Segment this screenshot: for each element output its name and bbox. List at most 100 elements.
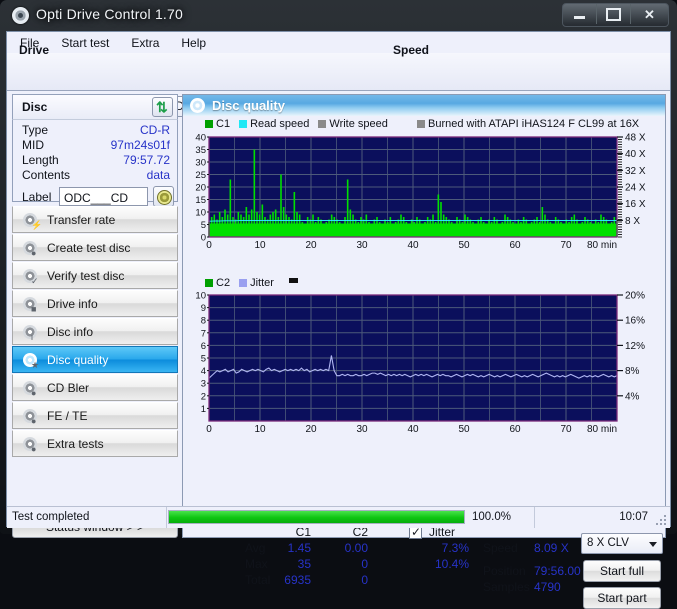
- disc-contents-value: data: [146, 168, 170, 182]
- close-icon: ✕: [644, 6, 655, 22]
- svg-text:48 X: 48 X: [625, 133, 646, 144]
- svg-text:10: 10: [195, 208, 206, 219]
- minimize-button[interactable]: [563, 4, 597, 24]
- disc-extra-icon: ●: [22, 436, 39, 454]
- legend-swatch-icon: [205, 120, 213, 128]
- svg-text:8%: 8%: [625, 366, 640, 377]
- disc-panel-header: Disc ⇅: [12, 94, 178, 119]
- speed-result-label: Speed: [483, 541, 518, 555]
- menu-item-start-test[interactable]: Start test: [52, 34, 118, 52]
- write-strategy-select[interactable]: 8 X CLV: [581, 533, 663, 554]
- svg-text:4: 4: [201, 366, 206, 377]
- stats-max-c2: 0: [361, 557, 368, 571]
- disc-refresh-button[interactable]: ⇅: [152, 97, 173, 117]
- minimize-icon: [574, 15, 585, 19]
- resize-grip[interactable]: [656, 515, 667, 526]
- svg-text:20: 20: [305, 240, 317, 251]
- sidebar-item-verify-test-disc[interactable]: ✓ Verify test disc: [12, 262, 178, 289]
- legend-item-write-speed: Write speed: [318, 118, 388, 130]
- disc-create-icon: ●: [22, 240, 39, 258]
- sidebar-item-create-test-disc[interactable]: ● Create test disc: [12, 234, 178, 261]
- sidebar-item-transfer-rate[interactable]: ⚡ Transfer rate: [12, 206, 178, 233]
- svg-text:20: 20: [305, 424, 317, 435]
- svg-text:32 X: 32 X: [625, 166, 646, 177]
- disc-label-caption: Label: [22, 190, 52, 204]
- svg-text:40 X: 40 X: [625, 149, 646, 160]
- disc-label-input[interactable]: [59, 187, 148, 206]
- svg-text:24 X: 24 X: [625, 183, 646, 194]
- disc-quality-icon: ★: [22, 352, 39, 370]
- sidebar-item-cd-bler[interactable]: ● CD Bler: [12, 374, 178, 401]
- svg-text:3: 3: [201, 379, 206, 390]
- legend-label: C2: [216, 277, 231, 289]
- write-strategy-value: 8 X CLV: [587, 537, 629, 549]
- svg-text:6: 6: [201, 341, 206, 352]
- legend-swatch-icon: [318, 120, 327, 128]
- legend-item-c1: C1: [205, 118, 230, 130]
- burn-note: Burned with ATAPI iHAS124 F CL99 at 16X: [417, 118, 639, 130]
- svg-text:5: 5: [201, 220, 206, 231]
- svg-text:35: 35: [195, 145, 206, 156]
- disc-info-icon: i: [22, 324, 39, 342]
- svg-text:70: 70: [560, 424, 572, 435]
- disc-contents-label: Contents: [22, 168, 71, 182]
- disc-type-value: CD-R: [140, 123, 170, 137]
- position-value: 79:56.00: [534, 564, 581, 578]
- svg-text:60: 60: [509, 240, 521, 251]
- burn-note-label: Burned with ATAPI iHAS124 F CL99 at 16X: [428, 118, 640, 130]
- sidebar-item-disc-info[interactable]: i Disc info: [12, 318, 178, 345]
- page-title: Disc quality: [212, 98, 285, 113]
- disc-info-row: Contents data: [13, 168, 177, 183]
- progress-bar-fill: [169, 511, 464, 523]
- maximize-button[interactable]: [597, 4, 631, 24]
- svg-text:30: 30: [195, 158, 206, 169]
- svg-text:50: 50: [458, 240, 470, 251]
- disc-label-row: Label: [13, 186, 177, 208]
- sidebar-item-extra-tests[interactable]: ● Extra tests: [12, 430, 178, 457]
- svg-text:50: 50: [458, 424, 470, 435]
- svg-text:60: 60: [509, 424, 521, 435]
- sidebar-item-disc-quality[interactable]: ★ Disc quality: [12, 346, 178, 373]
- maximize-icon: [606, 7, 621, 21]
- legend-item-read-speed: Read speed: [239, 118, 309, 130]
- sidebar-item-label: FE / TE: [47, 409, 88, 423]
- title-bar: Opti Drive Control 1.70 ✕: [0, 0, 677, 31]
- menu-item-help[interactable]: Help: [172, 34, 215, 52]
- nav-list: ⚡ Transfer rate ● Create test disc ✓ Ver…: [12, 206, 178, 457]
- svg-text:40: 40: [195, 133, 206, 144]
- stats-avg-c1: 1.45: [287, 541, 311, 555]
- disc-drive-icon: ■: [22, 296, 39, 314]
- svg-text:80 min: 80 min: [587, 240, 617, 251]
- c1-read-speed-chart[interactable]: 05101520253035400 10 20 30 40 50 60 70 80 min8 X…: [183, 131, 665, 253]
- drive-label: Drive: [19, 43, 50, 57]
- sidebar-item-label: Verify test disc: [47, 269, 125, 283]
- disc-length-value: 79:57.72: [123, 153, 170, 167]
- svg-text:25: 25: [195, 170, 206, 181]
- svg-text:15: 15: [195, 195, 206, 206]
- speed-result-value: 8.09 X: [534, 541, 569, 555]
- disc-quality-panel: Disc quality C1 Read speed Write speed B…: [182, 94, 666, 609]
- sidebar-item-fe-te[interactable]: ● FE / TE: [12, 402, 178, 429]
- menu-item-extra[interactable]: Extra: [122, 34, 168, 52]
- disc-label-button[interactable]: [153, 186, 174, 207]
- c2-jitter-chart[interactable]: 123456789100 10 20 30 40 50 60 70 80 min4%8%12%1…: [183, 289, 665, 439]
- sidebar-item-drive-info[interactable]: ■ Drive info: [12, 290, 178, 317]
- disc-length-label: Length: [22, 153, 59, 167]
- chevron-down-icon: [649, 542, 657, 547]
- close-button[interactable]: ✕: [631, 4, 668, 24]
- start-full-button[interactable]: Start full: [583, 560, 661, 582]
- svg-text:7: 7: [201, 328, 206, 339]
- disc-info-row: Length 79:57.72: [13, 153, 177, 168]
- svg-text:0: 0: [206, 240, 212, 251]
- window-title: Opti Drive Control 1.70: [36, 6, 183, 22]
- legend-label: Jitter: [250, 277, 274, 289]
- legend-item-jitter: Jitter: [239, 277, 274, 289]
- menu-bar: File Start test Extra Help: [7, 32, 670, 54]
- left-column: Disc ⇅ Type CD-R MID 97m24s01f Length 79…: [12, 94, 180, 457]
- disc-bler-icon: ●: [22, 380, 39, 398]
- chart1-legend: C1 Read speed Write speed: [205, 118, 397, 130]
- start-part-button[interactable]: Start part: [583, 587, 661, 609]
- stats-total-c2: 0: [361, 573, 368, 587]
- sidebar-item-label: Disc quality: [47, 353, 109, 367]
- svg-text:10: 10: [254, 424, 266, 435]
